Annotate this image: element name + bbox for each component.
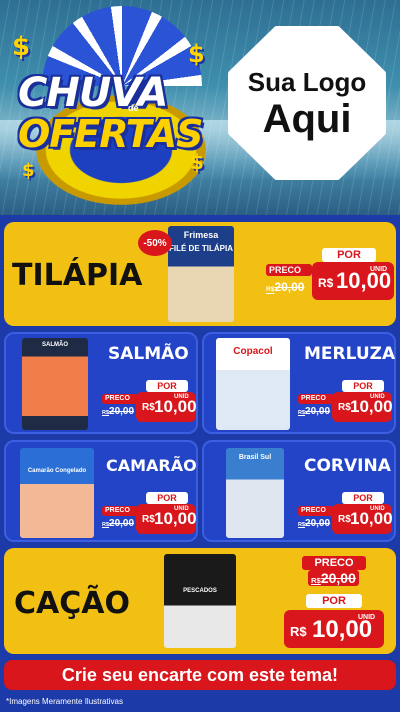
new-price: R$ 10,00 UNID [332, 392, 393, 422]
product-name: CORVINA [304, 456, 391, 476]
product-image: Frimesa FILÉ DE TILÁPIA [168, 226, 234, 322]
logo-text-line2: Aqui [262, 96, 352, 141]
price-tag: POR PRECO R$20,00 R$ 10,00 UNID [298, 492, 393, 538]
product-name: CAÇÃO [14, 586, 130, 621]
old-price: R$20,00 [102, 518, 135, 529]
title-chuva: CHUVA [18, 70, 169, 116]
product-image: SALMÃO [22, 338, 88, 430]
product-card-merluza[interactable]: MERLUZA Copacol POR PRECO R$20,00 R$ 10,… [202, 332, 396, 434]
price-tag: POR PRECO R$20,00 R$ 10,00 UNID [266, 248, 394, 304]
product-name: TILÁPIA [12, 258, 143, 293]
por-label: POR [146, 492, 188, 504]
discount-badge: -50% [138, 230, 172, 256]
por-label: POR [322, 248, 376, 262]
por-label: POR [146, 380, 188, 392]
preco-label: PRECO [302, 556, 366, 570]
old-price: R$20,00 [102, 406, 135, 417]
por-label: POR [342, 380, 384, 392]
create-flyer-button[interactable]: Crie seu encarte com este tema! [4, 660, 396, 690]
package-brand: Frimesa [183, 230, 219, 240]
dollar-icon: $ [22, 160, 35, 181]
header-banner: $ $ $ $ CHUVA de OFERTAS Sua Logo Aqui [0, 0, 400, 215]
old-price: R$20,00 [298, 518, 331, 529]
old-price: R$20,00 [266, 280, 305, 294]
dollar-icon: $ [12, 32, 31, 62]
product-name: MERLUZA [304, 344, 396, 364]
por-label: POR [306, 594, 362, 608]
preco-label: PRECO [298, 394, 334, 404]
preco-label: PRECO [102, 506, 138, 516]
new-price: R$ 10,00 UNID [284, 610, 384, 648]
featured-card-tilapia[interactable]: TILÁPIA Frimesa FILÉ DE TILÁPIA -50% POR… [4, 222, 396, 326]
product-card-corvina[interactable]: CORVINA Brasil Sul POR PRECO R$20,00 R$ … [202, 440, 396, 542]
product-card-salmao[interactable]: SALMÃO SALMÃO POR PRECO R$20,00 R$ 10,00… [4, 332, 198, 434]
package-title: FILÉ DE TILÁPIA [169, 244, 233, 253]
disclaimer-text: *Imagens Meramente Ilustrativas [6, 697, 123, 706]
preco-label: PRECO [266, 264, 312, 276]
featured-card-cacao[interactable]: CAÇÃO PESCADOS PRECO R$20,00 POR R$ 10,0… [4, 548, 396, 654]
price-tag: POR PRECO R$20,00 R$ 10,00 UNID [298, 380, 393, 426]
old-price: R$20,00 [298, 406, 331, 417]
product-image: Brasil Sul [226, 448, 284, 538]
product-image: Camarão Congelado [20, 448, 94, 538]
new-price: R$ 10,00 UNID [136, 504, 197, 534]
product-image: PESCADOS [164, 554, 236, 648]
product-name: CAMARÃO [106, 456, 197, 475]
dollar-icon: $ [188, 40, 205, 68]
preco-label: PRECO [102, 394, 138, 404]
logo-text-line1: Sua Logo [247, 66, 367, 97]
title-ofertas: OFERTAS [18, 112, 204, 156]
product-name: SALMÃO [108, 344, 189, 364]
new-price: R$ 10,00 UNID [332, 504, 393, 534]
new-price: R$ 10,00 UNID [136, 392, 197, 422]
por-label: POR [342, 492, 384, 504]
old-price: R$20,00 [308, 570, 359, 586]
price-tag: POR PRECO R$20,00 R$ 10,00 UNID [102, 380, 197, 426]
price-tag: POR PRECO R$20,00 R$ 10,00 UNID [102, 492, 197, 538]
preco-label: PRECO [298, 506, 334, 516]
product-image: Copacol [216, 338, 290, 430]
product-card-camarao[interactable]: CAMARÃO Camarão Congelado POR PRECO R$20… [4, 440, 198, 542]
price-tag: PRECO R$20,00 POR R$ 10,00 UNID [280, 552, 388, 650]
new-price: R$ 10,00 UNID [312, 262, 394, 300]
